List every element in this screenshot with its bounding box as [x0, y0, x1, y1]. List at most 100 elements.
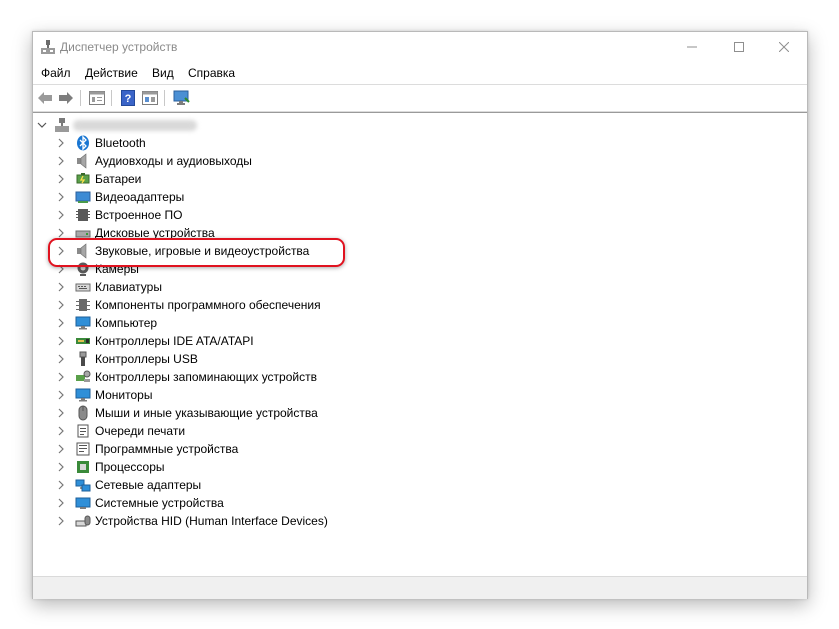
chevron-right-icon[interactable]	[55, 371, 67, 383]
tree-category[interactable]: Контроллеры USB	[33, 350, 773, 368]
hid-icon	[75, 513, 91, 529]
maximize-button[interactable]	[716, 32, 762, 62]
tree-category-label: Клавиатуры	[95, 280, 162, 294]
tree-category-label: Контроллеры USB	[95, 352, 198, 366]
storage-controller-icon	[75, 369, 91, 385]
tree-category[interactable]: Встроенное ПО	[33, 206, 773, 224]
system-device-icon	[75, 495, 91, 511]
tree-category[interactable]: Контроллеры запоминающих устройств	[33, 368, 773, 386]
bluetooth-icon	[75, 135, 91, 151]
monitor-icon	[75, 315, 91, 331]
monitor-icon	[75, 387, 91, 403]
chevron-right-icon[interactable]	[55, 335, 67, 347]
tree-category[interactable]: Программные устройства	[33, 440, 773, 458]
tree-root[interactable]	[33, 116, 773, 134]
properties-icon[interactable]	[88, 89, 106, 107]
chevron-right-icon[interactable]	[55, 389, 67, 401]
tree-category[interactable]: Компьютер	[33, 314, 773, 332]
software-device-icon	[75, 441, 91, 457]
tree-category-label: Компоненты программного обеспечения	[95, 298, 321, 312]
status-bar	[33, 576, 807, 599]
ide-controller-icon	[75, 333, 91, 349]
tree-category[interactable]: Видеоадаптеры	[33, 188, 773, 206]
tree-category[interactable]: Компоненты программного обеспечения	[33, 296, 773, 314]
tree-category-label: Компьютер	[95, 316, 158, 330]
network-adapter-icon	[75, 477, 91, 493]
chevron-down-icon[interactable]	[36, 119, 48, 131]
tree-category-label: Устройства HID (Human Interface Devices)	[95, 514, 328, 528]
tree-category[interactable]: Bluetooth	[33, 134, 773, 152]
chevron-right-icon[interactable]	[55, 425, 67, 437]
tree-category[interactable]: Очереди печати	[33, 422, 773, 440]
tree-category[interactable]: Процессоры	[33, 458, 773, 476]
tree-category-label: Видеоадаптеры	[95, 190, 185, 204]
software-component-icon	[75, 297, 91, 313]
chevron-right-icon[interactable]	[55, 407, 67, 419]
svg-text:?: ?	[125, 93, 132, 105]
view-icon[interactable]	[141, 89, 159, 107]
tree-category[interactable]: Мыши и иные указывающие устройства	[33, 404, 773, 422]
tree-category-label: Мыши и иные указывающие устройства	[95, 406, 318, 420]
tree-category-label: Контроллеры IDE ATA/ATAPI	[95, 334, 254, 348]
menu-bar: Файл Действие Вид Справка	[33, 62, 807, 83]
tree-category[interactable]: Сетевые адаптеры	[33, 476, 773, 494]
minimize-button[interactable]	[669, 32, 715, 62]
computer-name-blurred	[73, 120, 197, 131]
tree-category-label: Мониторы	[95, 388, 153, 402]
device-manager-app-icon	[40, 39, 56, 55]
tree-category-label: Контроллеры запоминающих устройств	[95, 370, 317, 384]
chevron-right-icon[interactable]	[55, 191, 67, 203]
chevron-right-icon[interactable]	[55, 137, 67, 149]
computer-icon	[54, 117, 70, 133]
printer-icon	[75, 423, 91, 439]
tree-category[interactable]: Аудиовходы и аудиовыходы	[33, 152, 773, 170]
tree-category[interactable]: Клавиатуры	[33, 278, 773, 296]
menu-help[interactable]: Справка	[188, 66, 235, 80]
menu-action[interactable]: Действие	[85, 66, 138, 80]
chevron-right-icon[interactable]	[55, 353, 67, 365]
device-tree: Bluetooth Аудиовходы и аудиовыходы Батареи…	[33, 112, 807, 575]
back-arrow-icon[interactable]	[36, 89, 54, 107]
tree-category-label: Очереди печати	[95, 424, 186, 438]
tree-category-label: Встроенное ПО	[95, 208, 183, 222]
tree-category[interactable]: Устройства HID (Human Interface Devices)	[33, 512, 773, 530]
toolbar: ?	[33, 84, 807, 112]
display-adapter-icon	[75, 189, 91, 205]
speaker-icon	[75, 153, 91, 169]
chevron-right-icon[interactable]	[55, 497, 67, 509]
menu-view[interactable]: Вид	[152, 66, 174, 80]
processor-icon	[75, 459, 91, 475]
highlight-annotation	[48, 238, 345, 267]
device-manager-window: Диспетчер устройств Файл Действие Вид Сп…	[32, 31, 808, 599]
tree-category-label: Сетевые адаптеры	[95, 478, 202, 492]
battery-icon	[75, 171, 91, 187]
tree-category[interactable]: Мониторы	[33, 386, 773, 404]
monitor-scan-icon[interactable]	[173, 89, 191, 107]
tree-category[interactable]: Контроллеры IDE ATA/ATAPI	[33, 332, 773, 350]
title-bar[interactable]: Диспетчер устройств	[33, 32, 807, 62]
tree-category-label: Программные устройства	[95, 442, 239, 456]
tree-category-label: Процессоры	[95, 460, 165, 474]
tree-category-label: Системные устройства	[95, 496, 224, 510]
menu-file[interactable]: Файл	[41, 66, 71, 80]
help-icon[interactable]: ?	[119, 89, 137, 107]
chevron-right-icon[interactable]	[55, 281, 67, 293]
firmware-icon	[75, 207, 91, 223]
chevron-right-icon[interactable]	[55, 299, 67, 311]
forward-arrow-icon[interactable]	[57, 89, 75, 107]
keyboard-icon	[75, 279, 91, 295]
usb-icon	[75, 351, 91, 367]
close-button[interactable]	[761, 32, 807, 62]
tree-category[interactable]: Батареи	[33, 170, 773, 188]
chevron-right-icon[interactable]	[55, 461, 67, 473]
mouse-icon	[75, 405, 91, 421]
chevron-right-icon[interactable]	[55, 317, 67, 329]
chevron-right-icon[interactable]	[55, 155, 67, 167]
chevron-right-icon[interactable]	[55, 479, 67, 491]
chevron-right-icon[interactable]	[55, 173, 67, 185]
tree-category[interactable]: Системные устройства	[33, 494, 773, 512]
chevron-right-icon[interactable]	[55, 515, 67, 527]
window-title: Диспетчер устройств	[60, 40, 178, 54]
chevron-right-icon[interactable]	[55, 209, 67, 221]
chevron-right-icon[interactable]	[55, 443, 67, 455]
